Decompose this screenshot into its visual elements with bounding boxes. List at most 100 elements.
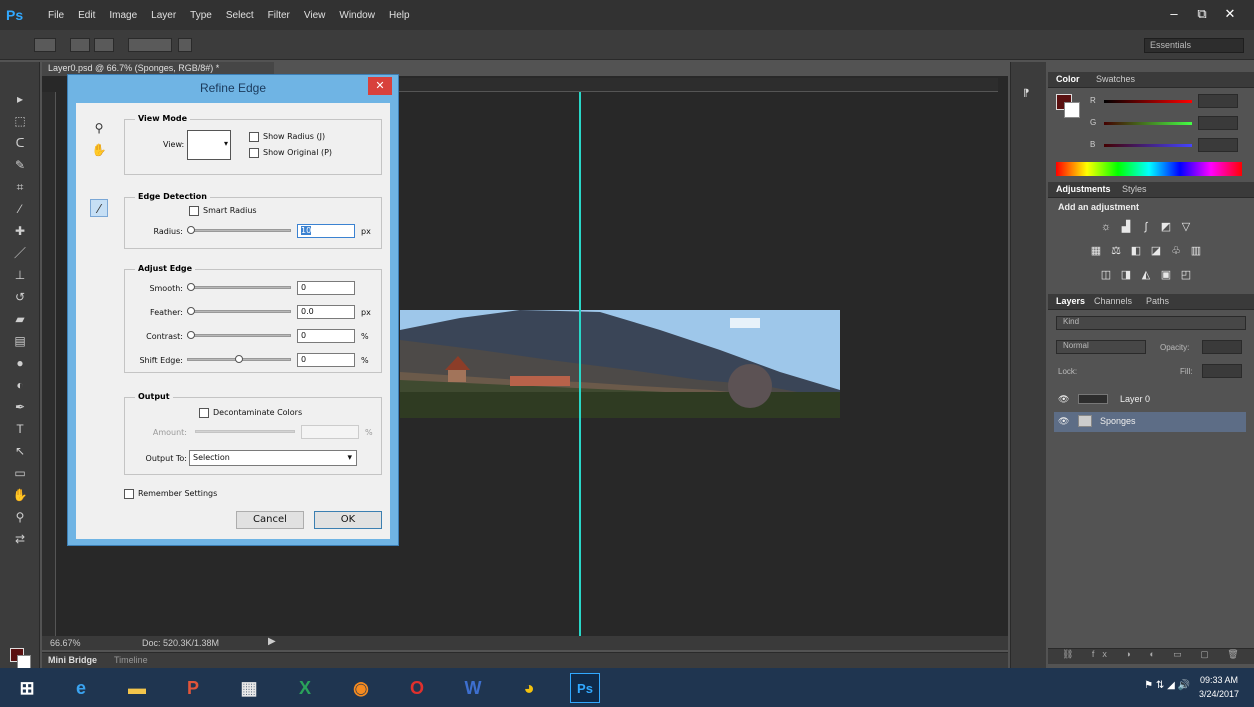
blue-slider[interactable] [1104,144,1192,147]
feather-field[interactable]: 0.0 [297,305,355,319]
cancel-button[interactable]: Cancel [236,511,304,529]
fill-field[interactable] [1202,364,1242,378]
opacity-field[interactable] [1202,340,1242,354]
channel-mixer-icon[interactable]: ♧ [1168,244,1184,258]
tab-paths[interactable]: Paths [1146,296,1169,306]
shift-edge-field[interactable]: 0 [297,353,355,367]
menu-layer[interactable]: Layer [151,10,176,21]
vibrance-icon[interactable]: ▽ [1178,220,1194,234]
rectangle-tool-icon[interactable]: ▭ [10,464,30,482]
brush-mode-new-icon[interactable] [70,38,90,52]
ok-button[interactable]: OK [314,511,382,529]
menu-image[interactable]: Image [109,10,137,21]
ruler-horizontal[interactable] [398,78,998,92]
visibility-eye-icon[interactable]: 👁 [1058,394,1069,405]
dialog-titlebar[interactable]: Refine Edge ✕ [68,75,398,101]
show-original-checkbox[interactable] [249,148,259,158]
dodge-tool-icon[interactable]: ◐ [10,376,30,394]
threshold-icon[interactable]: ◭ [1138,268,1154,282]
sample-all-layers-toggle[interactable] [178,38,192,52]
menu-type[interactable]: Type [190,10,212,21]
brush-size-picker[interactable] [128,38,172,52]
color-lookup-icon[interactable]: ▥ [1188,244,1204,258]
menu-edit[interactable]: Edit [78,10,95,21]
healing-brush-tool-icon[interactable]: ✚ [10,222,30,240]
brush-mode-add-icon[interactable] [94,38,114,52]
opera-icon[interactable]: O [402,673,432,703]
system-tray[interactable]: ⚑ ⇅ ◢ 🔊 [1144,680,1190,691]
tab-swatches[interactable]: Swatches [1096,74,1135,84]
red-slider[interactable] [1104,100,1192,103]
feather-slider-knob[interactable] [187,307,195,315]
color-bg-swatch[interactable] [1064,102,1080,118]
tab-mini-bridge[interactable]: Mini Bridge [48,655,97,665]
marquee-tool-icon[interactable]: ⬚ [10,112,30,130]
contrast-field[interactable]: 0 [297,329,355,343]
minimize-button[interactable]: – [1160,6,1188,22]
ruler-vertical[interactable] [42,92,56,636]
calculator-icon[interactable]: ▦ [234,673,264,703]
type-tool-icon[interactable]: T [10,420,30,438]
smooth-field[interactable]: 0 [297,281,355,295]
start-windows-icon[interactable]: ⊞ [12,673,42,703]
move-tool-icon[interactable]: ▸ [10,90,30,108]
restore-button[interactable]: ⧉ [1188,6,1216,22]
lasso-tool-icon[interactable]: ᑕ [10,134,30,152]
layer-row[interactable]: 👁 Layer 0 [1054,390,1246,410]
hue-saturation-icon[interactable]: ▦ [1088,244,1104,258]
tab-timeline[interactable]: Timeline [114,655,148,665]
smart-radius-checkbox[interactable] [189,206,199,216]
selective-color-icon[interactable]: ◰ [1178,268,1194,282]
eyedropper-tool-icon[interactable]: ⁄ [10,200,30,218]
internet-explorer-icon[interactable]: e [66,673,96,703]
green-slider[interactable] [1104,122,1192,125]
green-value-field[interactable] [1198,116,1238,130]
canvas-image[interactable] [400,310,840,418]
remember-settings-checkbox[interactable] [124,489,134,499]
color-balance-icon[interactable]: ⚖ [1108,244,1124,258]
tab-channels[interactable]: Channels [1094,296,1132,306]
exposure-icon[interactable]: ◩ [1158,220,1174,234]
red-value-field[interactable] [1198,94,1238,108]
hand-tool-icon[interactable]: ✋ [10,486,30,504]
radius-field[interactable]: 10 [297,224,355,238]
tab-adjustments[interactable]: Adjustments [1056,184,1111,194]
eraser-tool-icon[interactable]: ▰ [10,310,30,328]
blend-mode-select[interactable]: Normal [1056,340,1146,354]
feather-slider[interactable] [187,310,291,313]
view-thumbnail-picker[interactable]: ▾ [187,130,231,160]
path-selection-tool-icon[interactable]: ↖ [10,442,30,460]
history-panel-icon[interactable]: ⁋ [1023,88,1037,102]
refine-radius-tool-icon[interactable]: ⁄ [90,199,108,217]
zoom-tool-icon[interactable]: ⚲ [10,508,30,526]
gradient-tool-icon[interactable]: ▤ [10,332,30,350]
workspace-select[interactable]: Essentials [1144,38,1244,53]
firefox-icon[interactable]: ◉ [346,673,376,703]
gradient-map-icon[interactable]: ▣ [1158,268,1174,282]
vertical-guide-line[interactable] [579,92,581,636]
radius-slider-knob[interactable] [187,226,195,234]
posterize-icon[interactable]: ◨ [1118,268,1134,282]
menu-help[interactable]: Help [389,10,410,21]
tab-styles[interactable]: Styles [1122,184,1147,194]
menu-window[interactable]: Window [339,10,375,21]
pen-tool-icon[interactable]: ✒ [10,398,30,416]
levels-icon[interactable]: ▟ [1118,220,1134,234]
status-arrow-icon[interactable]: ▶ [268,636,276,647]
clone-stamp-tool-icon[interactable]: ⊥ [10,266,30,284]
history-brush-tool-icon[interactable]: ↺ [10,288,30,306]
radius-slider[interactable] [187,229,291,232]
layer-row-selected[interactable]: 👁 Sponges [1054,412,1246,432]
black-white-icon[interactable]: ◧ [1128,244,1144,258]
photo-filter-icon[interactable]: ◪ [1148,244,1164,258]
taskbar-clock[interactable]: 09:33 AM 3/24/2017 [1192,673,1246,701]
close-app-button[interactable]: ✕ [1216,6,1244,22]
color-spectrum-ramp[interactable] [1056,162,1242,176]
blur-tool-icon[interactable]: ● [10,354,30,372]
chrome-icon[interactable]: ◕ [514,673,544,703]
photoshop-taskbar-icon[interactable]: Ps [570,673,600,703]
menu-filter[interactable]: Filter [268,10,290,21]
brush-tool-icon[interactable]: ／ [10,244,30,262]
output-to-select[interactable]: Selection ▾ [189,450,357,466]
file-explorer-icon[interactable]: ▬ [122,673,152,703]
